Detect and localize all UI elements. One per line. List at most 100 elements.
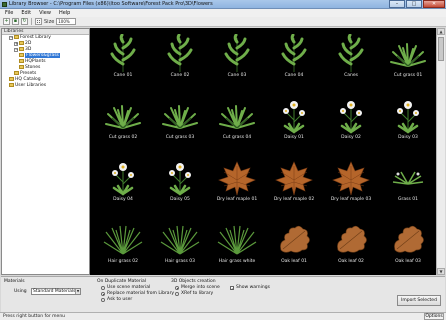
library-item-tile[interactable]: Daisy 02: [322, 96, 380, 142]
tree-item[interactable]: User Libraries: [2, 83, 89, 89]
window-title: Library Browser - C:\Program Files (x86)…: [9, 1, 213, 7]
library-item-tile[interactable]: Daisy 01: [265, 96, 323, 142]
library-item-label: Daisy 02: [341, 135, 361, 140]
library-item-tile[interactable]: Cane 03: [208, 34, 266, 80]
cane-thumbnail-icon: [224, 34, 250, 72]
tree-expander-icon[interactable]: −: [9, 36, 13, 40]
hairgrass-thumbnail-icon: [103, 225, 143, 255]
radio-use-scene-label: Use scene material: [107, 285, 151, 290]
menu-edit[interactable]: Edit: [21, 10, 31, 16]
radio-xref-library[interactable]: [175, 292, 179, 296]
radio-use-scene[interactable]: [101, 286, 105, 290]
radio-merge-scene[interactable]: [175, 286, 179, 290]
radio-ask-user-label: Ask to user: [107, 297, 133, 302]
show-warnings-label: Show warnings: [236, 285, 270, 290]
library-item-tile[interactable]: Cut grass 02: [94, 96, 152, 142]
library-item-tile[interactable]: Cane 01: [94, 34, 152, 80]
cutgrass-thumbnail-icon: [219, 105, 255, 129]
library-item-label: Daisy 01: [284, 135, 304, 140]
cane-thumbnail-icon: [338, 34, 364, 72]
oak-thumbnail-icon: [394, 225, 424, 253]
folder-icon: [9, 77, 14, 81]
folder-icon: [19, 65, 24, 69]
menu-view[interactable]: View: [39, 10, 51, 16]
library-item-tile[interactable]: Hair grass 02: [94, 220, 152, 266]
library-item-tile[interactable]: Cut grass 04: [208, 96, 266, 142]
library-item-tile[interactable]: Hair grass 03: [151, 220, 209, 266]
library-item-tile[interactable]: Oak leaf 01: [265, 220, 323, 266]
library-item-tile[interactable]: Cut grass 03: [151, 96, 209, 142]
cutgrass-thumbnail-icon: [105, 105, 141, 129]
folder-icon[interactable]: ▪: [12, 18, 19, 25]
folder-icon: [19, 53, 24, 57]
hairgrass-thumbnail-icon: [217, 225, 257, 255]
oak-thumbnail-icon: [280, 225, 310, 253]
minimize-button[interactable]: –: [389, 0, 405, 8]
library-item-tile[interactable]: Canes: [322, 34, 380, 80]
status-message: Press right button for menu: [3, 314, 66, 319]
library-item-label: Cane 02: [170, 73, 190, 78]
maximize-button[interactable]: □: [406, 0, 422, 8]
library-item-tile[interactable]: Dry leaf maple 02: [265, 158, 323, 204]
library-item-tile[interactable]: Dry leaf maple 01: [208, 158, 266, 204]
library-item-tile[interactable]: Cut grass 01: [379, 34, 436, 80]
add-library-icon[interactable]: +: [3, 18, 10, 25]
cane-thumbnail-icon: [167, 34, 193, 72]
radio-replace-material[interactable]: [101, 292, 105, 296]
thumbnail-view-icon[interactable]: [35, 18, 42, 25]
thumbnail-grid: Cane 01 Cane 02 Cane 03 Cane 04 Canes Cu…: [90, 28, 436, 275]
materials-label: Materials: [4, 279, 25, 284]
menu-file[interactable]: File: [5, 10, 13, 16]
radio-ask-user[interactable]: [101, 298, 105, 302]
menu-help[interactable]: Help: [59, 10, 70, 16]
library-item-label: Grass 01: [398, 197, 418, 202]
library-item-tile[interactable]: Grass 01: [379, 158, 436, 204]
library-item-label: Hair grass 03: [165, 259, 195, 264]
tree-item-label: Flowers&grass: [25, 53, 60, 58]
library-item-label: Cut grass 04: [222, 135, 252, 140]
show-warnings-checkbox[interactable]: ✓: [230, 286, 234, 291]
materials-select-value: Standard Materials: [33, 289, 76, 294]
materials-select[interactable]: Standard Materials ▼: [31, 288, 81, 295]
library-item-tile[interactable]: Oak leaf 03: [379, 220, 436, 266]
library-item-tile[interactable]: Daisy 04: [94, 158, 152, 204]
close-button[interactable]: ✕: [423, 0, 445, 8]
options-button[interactable]: Options: [424, 313, 444, 320]
options-panel: Materials Using Standard Materials ▼ On …: [1, 276, 445, 312]
scroll-down-icon[interactable]: ▼: [437, 268, 445, 275]
duplicate-material-title: On Duplicate Material: [97, 279, 146, 284]
grid-scrollbar[interactable]: ▲ ▼: [436, 28, 445, 275]
library-item-label: Hair grass white: [218, 259, 256, 264]
tree-item-label: User Libraries: [15, 83, 47, 88]
library-item-label: Dry leaf maple 03: [330, 197, 372, 202]
library-item-tile[interactable]: Cane 04: [265, 34, 323, 80]
maple-thumbnail-icon: [332, 161, 370, 196]
size-input[interactable]: 100%: [56, 18, 77, 25]
library-item-tile[interactable]: Cane 02: [151, 34, 209, 80]
toolbar: + ▪ ↻ Size 100%: [0, 17, 446, 27]
library-item-label: Oak leaf 01: [281, 259, 307, 264]
library-item-tile[interactable]: Hair grass white: [208, 220, 266, 266]
folder-icon: [14, 71, 19, 75]
library-item-tile[interactable]: Daisy 05: [151, 158, 209, 204]
library-item-label: Daisy 05: [170, 197, 190, 202]
scroll-thumb[interactable]: [438, 37, 444, 61]
library-item-tile[interactable]: Daisy 03: [379, 96, 436, 142]
cane-thumbnail-icon: [110, 34, 136, 72]
import-selected-button[interactable]: Import Selected: [397, 295, 441, 306]
library-item-tile[interactable]: Oak leaf 02: [322, 220, 380, 266]
library-item-label: Cut grass 03: [165, 135, 195, 140]
library-item-label: Cane 03: [227, 73, 247, 78]
library-item-label: Daisy 03: [398, 135, 418, 140]
library-item-tile[interactable]: Dry leaf maple 03: [322, 158, 380, 204]
tree-expander-icon[interactable]: −: [14, 48, 18, 52]
folder-icon: [19, 59, 24, 63]
status-bar: Press right button for menu Options: [0, 312, 446, 320]
tree-expander-icon[interactable]: +: [14, 42, 18, 46]
maple-thumbnail-icon: [275, 161, 313, 196]
scroll-up-icon[interactable]: ▲: [437, 28, 445, 35]
cane-thumbnail-icon: [281, 34, 307, 72]
refresh-icon[interactable]: ↻: [21, 18, 28, 25]
menu-bar: File Edit View Help: [0, 9, 446, 17]
oak-thumbnail-icon: [337, 225, 367, 253]
